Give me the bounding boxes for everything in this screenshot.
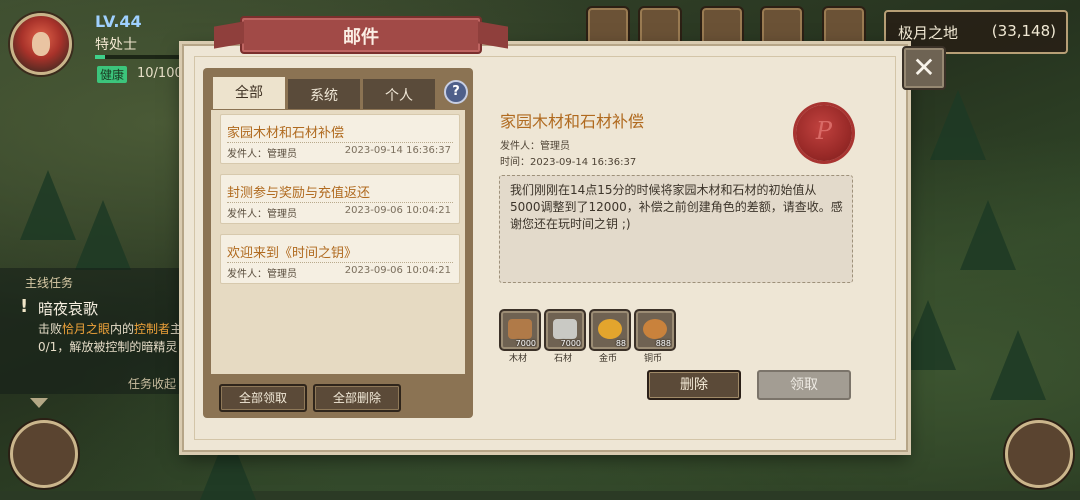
tree-decoration (20, 170, 76, 240)
treasure-icon[interactable] (822, 6, 866, 48)
mail-sender: 发件人：管理员 (227, 269, 297, 280)
tree-decoration (900, 300, 956, 370)
gold-coin-icon (598, 319, 622, 339)
location-name: 极月之地 (898, 24, 959, 42)
player-level: LV.44 (95, 12, 142, 31)
dialog-title-banner: 邮件 (240, 16, 482, 54)
health-status-badge: 健康 (97, 66, 128, 83)
delete-button[interactable]: 删除 (647, 370, 741, 400)
scroll-icon[interactable] (10, 420, 78, 488)
reward-qty: 888 (655, 339, 671, 348)
reward-item-gold[interactable]: 88 (589, 309, 631, 351)
wax-seal-icon: P (796, 105, 852, 161)
player-avatar[interactable] (10, 13, 72, 75)
health-value: 10/100 (137, 66, 183, 81)
delete-all-button[interactable]: 全部删除 (313, 384, 401, 412)
tree-decoration (930, 90, 986, 160)
reward-qty: 7000 (560, 339, 581, 348)
house-icon[interactable] (1005, 420, 1073, 488)
mail-body-text: 我们刚刚在14点15分的时候将家园木材和石材的初始值从5000调整到了12000… (510, 183, 843, 231)
close-button[interactable]: ✕ (902, 46, 946, 90)
reward-label: 木材 (508, 354, 527, 364)
mail-detail-sender: 发件人：管理员 (500, 141, 570, 152)
quest-section-title: 主线任务 (25, 276, 74, 290)
tab-all[interactable]: 全部 (213, 77, 285, 109)
reward-item-copper[interactable]: 888 (634, 309, 676, 351)
mail-sender: 发件人：管理员 (227, 149, 297, 160)
mail-detail-title: 家园木材和石材补偿 (500, 112, 645, 131)
book-icon[interactable] (638, 6, 682, 48)
reward-label: 石材 (553, 354, 572, 364)
quest-name: 暗夜哀歌 (38, 300, 99, 318)
stone-icon (553, 319, 577, 339)
reward-qty: 7000 (515, 339, 536, 348)
mail-list-item[interactable]: 家园木材和石材补偿 发件人：管理员 2023-09-14 16:36:37 (220, 114, 460, 164)
character-icon[interactable] (760, 6, 804, 48)
help-icon[interactable]: ? (444, 80, 468, 104)
tree-decoration (960, 200, 1016, 270)
tree-decoration (75, 200, 131, 270)
reward-qty: 88 (615, 339, 626, 348)
health-bar (95, 55, 191, 59)
wood-icon (508, 319, 532, 339)
quest-tracker[interactable]: 主线任务 ! 暗夜哀歌 击败恰月之眼内的控制者主0/1，解放被控制的暗精灵 任务… (0, 268, 186, 394)
mail-body-box: 我们刚刚在14点15分的时候将家园木材和石材的初始值从5000调整到了12000… (499, 175, 853, 283)
triangle-down-icon[interactable] (30, 398, 48, 408)
mail-date: 2023-09-06 10:04:21 (344, 265, 451, 276)
reward-label: 金币 (598, 354, 617, 364)
mail-subject: 欢迎来到《时间之钥》 (227, 246, 358, 261)
claim-button[interactable]: 领取 (757, 370, 851, 400)
tab-system[interactable]: 系统 (288, 79, 360, 109)
claim-all-button[interactable]: 全部领取 (219, 384, 307, 412)
location-coords: (33,148) (991, 22, 1056, 40)
player-rank: 特处士 (95, 37, 137, 53)
crossed-swords-icon[interactable] (700, 6, 744, 48)
exclamation-icon: ! (20, 296, 29, 317)
mail-date: 2023-09-06 10:04:21 (344, 205, 451, 216)
close-icon: ✕ (912, 51, 936, 84)
copper-coin-icon (643, 319, 667, 339)
mail-list-item[interactable]: 欢迎来到《时间之钥》 发件人：管理员 2023-09-06 10:04:21 (220, 234, 460, 284)
mail-list-item[interactable]: 封测参与奖励与充值返还 发件人：管理员 2023-09-06 10:04:21 (220, 174, 460, 224)
quest-collapse-button[interactable]: 任务收起 (128, 375, 176, 392)
mail-detail-time: 时间：2023-09-14 16:36:37 (500, 157, 637, 168)
quest-description: 击败恰月之眼内的控制者主0/1，解放被控制的暗精灵 (38, 322, 183, 354)
reward-item-stone[interactable]: 7000 (544, 309, 586, 351)
tree-decoration (990, 330, 1046, 400)
reward-label: 铜币 (643, 354, 662, 364)
mail-date: 2023-09-14 16:36:37 (344, 145, 451, 156)
health-bar-fill (95, 55, 105, 59)
mail-subject: 家园木材和石材补偿 (227, 126, 345, 141)
reward-item-wood[interactable]: 7000 (499, 309, 541, 351)
play-icon[interactable] (586, 6, 630, 48)
mail-sender: 发件人：管理员 (227, 209, 297, 220)
tab-personal[interactable]: 个人 (363, 79, 435, 109)
mail-subject: 封测参与奖励与充值返还 (227, 186, 371, 201)
dialog-title: 邮件 (343, 27, 379, 48)
